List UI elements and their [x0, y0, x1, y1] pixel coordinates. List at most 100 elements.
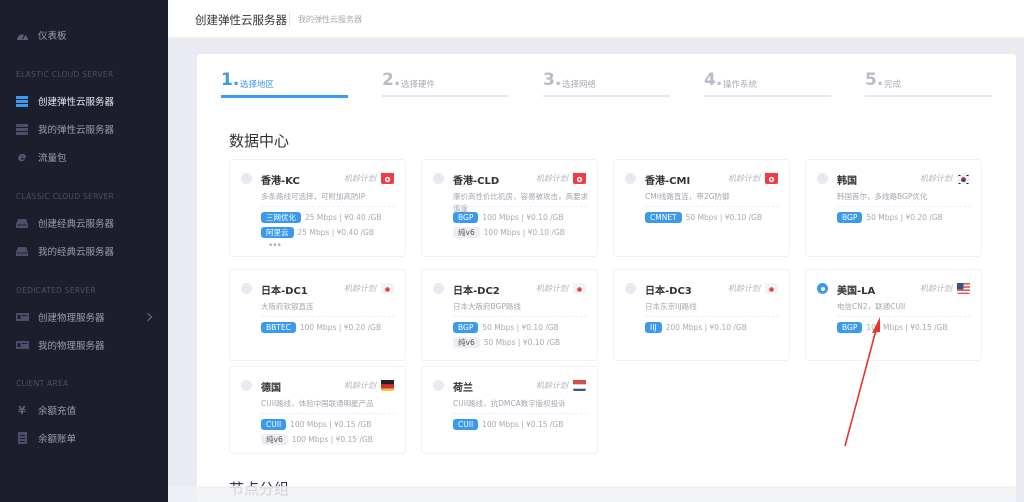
region-description: CUII路线，抗DMCA数字版权投诉 — [453, 399, 566, 408]
region-description: CUII路线，体验中国联通明星产品 — [261, 399, 374, 408]
datacenter-card[interactable]: 香港-CLD 机龄计划 廉价高性价比机房，容易被攻击，高要求慎重 BGP 100 Mbp… — [421, 159, 598, 257]
flag-hk-icon — [765, 171, 778, 184]
line-badge: BGP — [453, 211, 479, 223]
plan-label: 机龄计划 — [536, 284, 568, 293]
step-progress-bar — [704, 95, 831, 97]
step-number: 1. — [221, 70, 240, 90]
line-badge: BGP — [837, 321, 863, 333]
sidebar-item-my-physical[interactable]: 我的物理服务器 — [0, 333, 168, 357]
line-bandwidth-price: 50 Mbps | ¥0.10 /GB — [482, 322, 559, 332]
physical-server-icon — [15, 339, 29, 351]
step-progress-bar — [543, 95, 670, 97]
wizard-step-4[interactable]: 4. 操作系统 — [704, 70, 831, 97]
region-radio[interactable] — [433, 380, 444, 391]
datacenter-card[interactable]: 香港-CMI 机龄计划 CMI线路直连，带2G防御 CMNET 50 Mbps | ¥0… — [613, 159, 790, 257]
network-line: BGP 50 Mbps | ¥0.10 /GB — [453, 321, 559, 333]
scrollbar[interactable] — [1016, 38, 1024, 502]
page-title: 创建弹性云服务器 — [195, 13, 287, 27]
sidebar-item-create-elastic[interactable]: 创建弹性云服务器 — [0, 89, 168, 113]
region-radio[interactable] — [241, 283, 252, 294]
sidebar-item-label: 我的弹性云服务器 — [38, 125, 115, 136]
more-lines-icon[interactable]: ••• — [268, 241, 282, 251]
sidebar-item-bill[interactable]: 余额账单 — [0, 426, 168, 450]
datacenter-card[interactable]: 日本-DC2 机龄计划 日本大阪府BGP路线 BGP 50 Mbps | ¥0.10 /… — [421, 269, 598, 361]
datacenter-card[interactable]: 日本-DC3 机龄计划 日本东京IIJ路线 IIJ 200 Mbps | ¥0.10 /… — [613, 269, 790, 361]
network-line: BBTEC 100 Mbps | ¥0.20 /GB — [261, 321, 381, 333]
sidebar-item-dashboard[interactable]: 仪表板 — [0, 23, 168, 47]
region-radio[interactable] — [817, 283, 828, 294]
plan-label: 机龄计划 — [728, 174, 760, 183]
plan-label: 机龄计划 — [728, 284, 760, 293]
region-radio[interactable] — [241, 380, 252, 391]
line-badge: BGP — [453, 321, 479, 333]
sidebar-item-label: 我的经典云服务器 — [38, 247, 115, 258]
region-name: 日本-DC1 — [261, 286, 308, 297]
plan-label: 机龄计划 — [920, 284, 952, 293]
step-label: 操作系统 — [723, 80, 758, 90]
line-badge: 纯v6 — [453, 226, 480, 238]
line-bandwidth-price: 50 Mbps | ¥0.20 /GB — [866, 212, 943, 222]
network-line: 纯v6 100 Mbps | ¥0.15 /GB — [261, 433, 373, 445]
region-radio[interactable] — [625, 173, 636, 184]
bill-icon — [15, 432, 29, 444]
header-divider — [289, 12, 290, 27]
region-radio[interactable] — [817, 173, 828, 184]
datacenter-title: 数据中心 — [229, 132, 290, 150]
line-badge: BBTEC — [261, 321, 296, 333]
network-line: CUII 100 Mbps | ¥0.15 /GB — [453, 418, 563, 430]
region-radio[interactable] — [241, 173, 252, 184]
step-number: 3. — [543, 70, 562, 90]
line-bandwidth-price: 25 Mbps | ¥0.40 /GB — [305, 212, 382, 222]
region-radio[interactable] — [433, 173, 444, 184]
hdd-icon — [15, 217, 29, 229]
card-divider — [645, 316, 780, 317]
step-number: 5. — [865, 70, 884, 90]
sidebar-item-traffic-package[interactable]: e 流量包 — [0, 145, 168, 169]
datacenter-card[interactable]: 韩国 机龄计划 韩国首尔，多线路BGP优化 BGP 50 Mbps | ¥0.20 /G… — [805, 159, 982, 257]
line-bandwidth-price: 100 Mbps | ¥0.15 /GB — [291, 434, 373, 444]
region-name: 德国 — [261, 383, 281, 394]
wizard-step-5[interactable]: 5. 完成 — [865, 70, 992, 97]
region-name: 香港-KC — [261, 176, 300, 187]
step-progress-bar — [221, 95, 348, 98]
wizard-step-1[interactable]: 1. 选择地区 — [221, 70, 348, 98]
sidebar-item-create-physical[interactable]: 创建物理服务器 — [0, 305, 168, 329]
region-radio[interactable] — [625, 283, 636, 294]
wizard-step-2[interactable]: 2. 选择硬件 — [382, 70, 509, 97]
region-radio[interactable] — [433, 283, 444, 294]
network-line: 纯v6 50 Mbps | ¥0.10 /GB — [453, 336, 560, 348]
breadcrumb-link[interactable]: 我的弹性云服务器 — [298, 14, 362, 25]
line-badge: CUII — [453, 418, 479, 430]
region-description: 大阪府软银直连 — [261, 302, 314, 311]
network-line: BGP 100 Mbps | ¥0.15 /GB — [837, 321, 948, 333]
sidebar-item-my-elastic[interactable]: 我的弹性云服务器 — [0, 117, 168, 141]
region-description: 电信CN2，联通CUII — [837, 302, 906, 311]
datacenter-card[interactable]: 美国-LA 机龄计划 电信CN2，联通CUII BGP 100 Mbps | ¥0.15… — [805, 269, 982, 361]
card-divider — [837, 316, 972, 317]
datacenter-card[interactable]: 日本-DC1 机龄计划 大阪府软银直连 BBTEC 100 Mbps | ¥0.20 /… — [229, 269, 406, 361]
sidebar-item-recharge[interactable]: ¥ 余额充值 — [0, 398, 168, 422]
section-title-classic: CLASSIC CLOUD SERVER — [16, 192, 115, 201]
line-bandwidth-price: 50 Mbps | ¥0.10 /GB — [483, 337, 561, 347]
network-line: 纯v6 100 Mbps | ¥0.10 /GB — [453, 226, 565, 238]
datacenter-card[interactable]: 香港-KC 机龄计划 多条路线可选择，可附加高防IP 三网优化 25 Mbps | ¥0… — [229, 159, 406, 257]
wizard-step-3[interactable]: 3. 选择网络 — [543, 70, 670, 97]
network-line: 三网优化 25 Mbps | ¥0.40 /GB — [261, 211, 381, 223]
datacenter-card[interactable]: 荷兰 机龄计划 CUII路线，抗DMCA数字版权投诉 CUII 100 Mbps | ¥… — [421, 366, 598, 454]
region-name: 荷兰 — [453, 383, 473, 394]
sidebar-item-label: 余额账单 — [38, 434, 77, 445]
sidebar-item-label: 我的物理服务器 — [38, 341, 105, 352]
flag-jp-icon — [573, 281, 586, 294]
region-description: 韩国首尔，多线路BGP优化 — [837, 192, 928, 201]
bottom-overlay — [168, 486, 1016, 502]
datacenter-card[interactable]: 德国 机龄计划 CUII路线，体验中国联通明星产品 CUII 100 Mbps | ¥0… — [229, 366, 406, 454]
network-line: BGP 50 Mbps | ¥0.20 /GB — [837, 211, 943, 223]
card-divider — [453, 316, 588, 317]
line-badge: 纯v6 — [453, 336, 480, 348]
region-description: 多条路线可选择，可附加高防IP — [261, 192, 366, 201]
sidebar-item-create-classic[interactable]: 创建经典云服务器 — [0, 211, 168, 235]
flag-nl-icon — [573, 378, 586, 391]
region-name: 日本-DC2 — [453, 286, 500, 297]
sidebar-item-my-classic[interactable]: 我的经典云服务器 — [0, 239, 168, 263]
region-name: 日本-DC3 — [645, 286, 692, 297]
